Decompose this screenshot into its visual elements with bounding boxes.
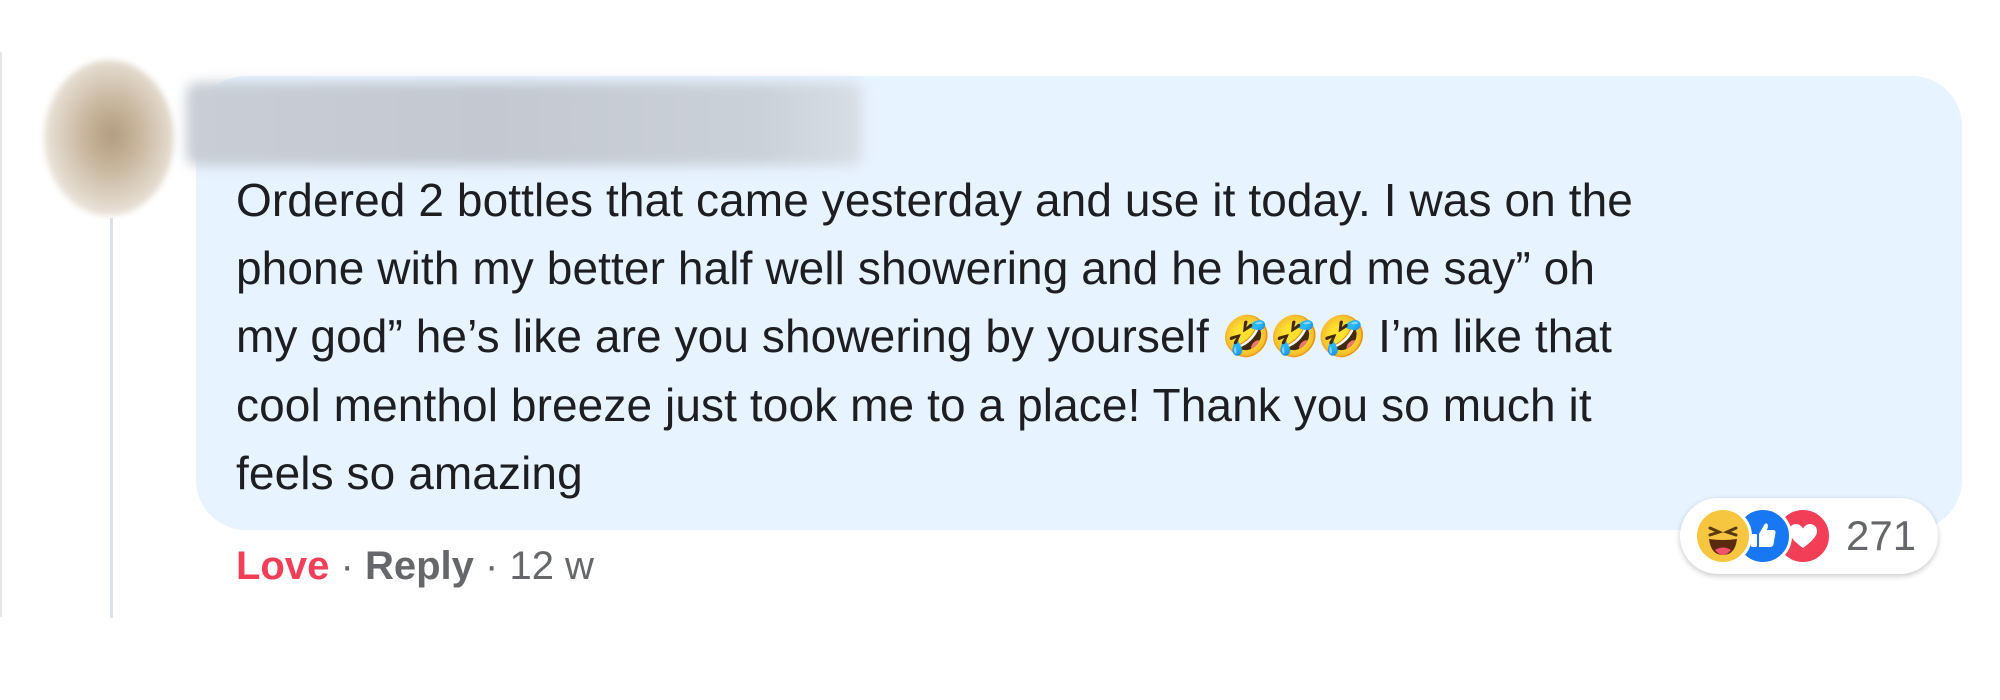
comment-line: cool menthol breeze just took me to a pl… — [236, 379, 1592, 431]
comment-timestamp[interactable]: 12 w — [509, 544, 594, 588]
rolling-laughing-emoji-icon: 🤣🤣🤣 — [1221, 315, 1367, 359]
reply-thread-line — [110, 218, 113, 618]
author-name[interactable] — [186, 82, 862, 166]
separator-dot: · — [485, 544, 499, 588]
comment-line: phone with my better half well showering… — [236, 242, 1596, 294]
reply-button[interactable]: Reply — [365, 544, 474, 588]
separator-dot: · — [340, 544, 354, 588]
comment-line-tail: I’m like that — [1365, 310, 1613, 362]
comment-line: feels so amazing — [236, 447, 583, 499]
reaction-summary[interactable]: 271 — [1680, 498, 1939, 574]
comment-line: my god” he’s like are you showering by y… — [236, 302, 1926, 371]
comment-text: Ordered 2 bottles that came yesterday an… — [236, 166, 1926, 507]
reaction-count: 271 — [1846, 512, 1917, 559]
comment-actions: Love · Reply · 12 w — [236, 536, 594, 596]
comment-screenshot: Ordered 2 bottles that came yesterday an… — [0, 0, 2000, 700]
comment-line-text: my god” he’s like are you showering by y… — [236, 310, 1209, 362]
haha-icon — [1694, 507, 1752, 565]
comment-line: Ordered 2 bottles that came yesterday an… — [236, 174, 1633, 226]
avatar[interactable] — [44, 60, 174, 216]
love-reaction-button[interactable]: Love — [236, 544, 329, 588]
panel-border — [0, 52, 2, 617]
